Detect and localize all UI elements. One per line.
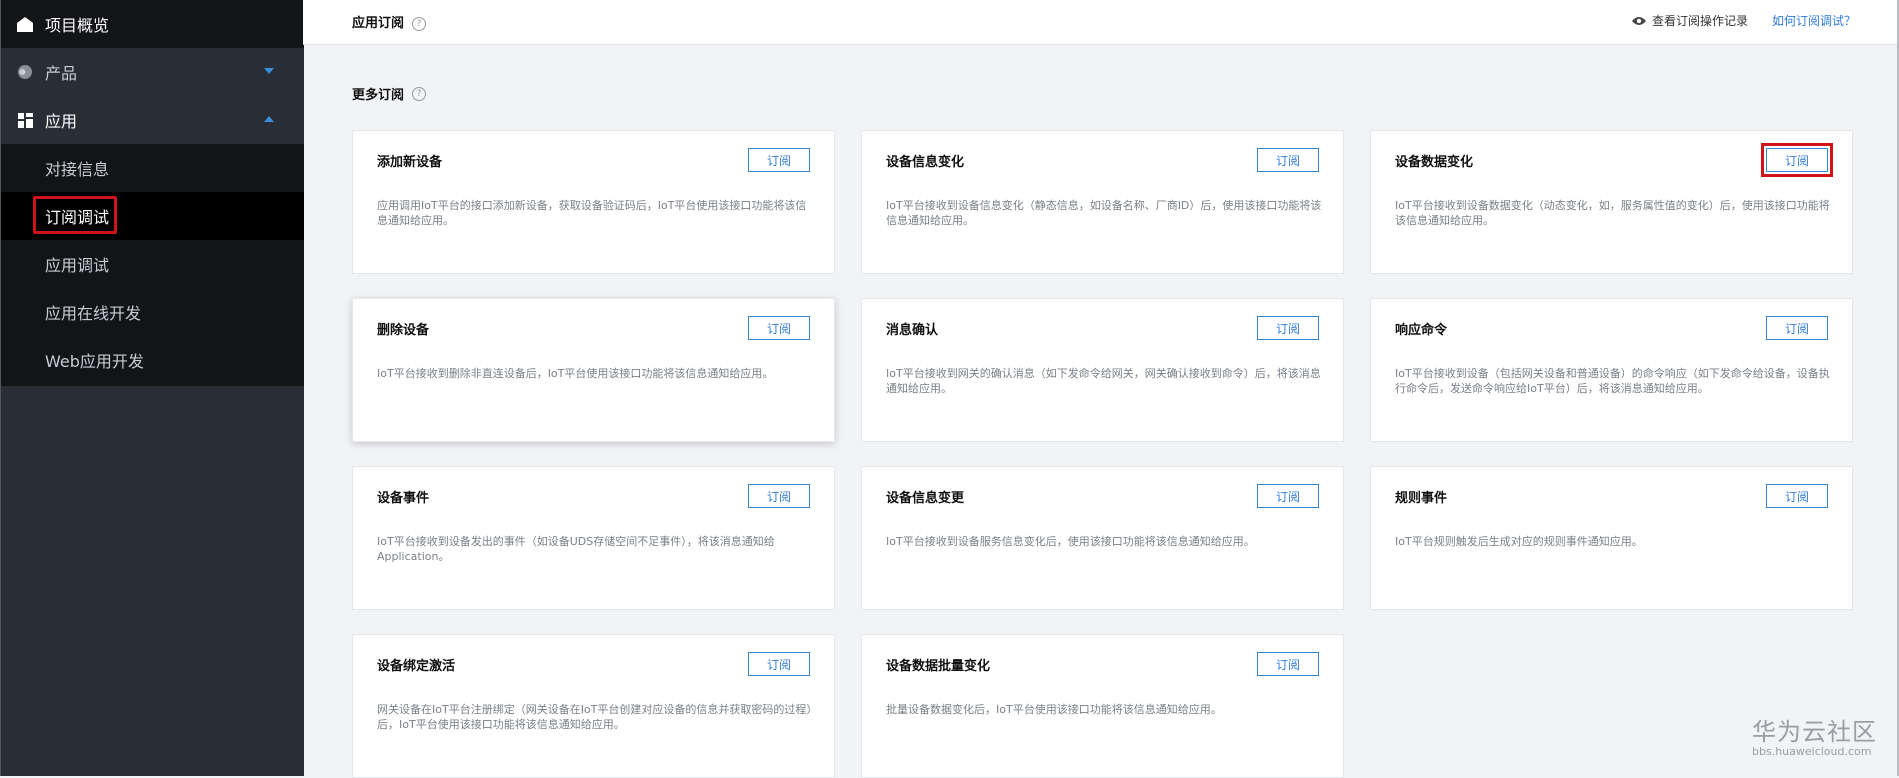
page-header: 应用订阅? 查看订阅操作记录 如何订阅调试？ xyxy=(303,0,1899,45)
sidebar-top-group: 项目概览 xyxy=(1,0,304,48)
subscribe-button[interactable]: 订阅 xyxy=(1766,484,1828,508)
sidebar-item-label: 订阅调试 xyxy=(45,208,110,227)
subscription-card-message-confirm: 消息确认 订阅 IoT平台接收到网关的确认消息（如下发命令给网关，网关确认接收到… xyxy=(861,298,1344,442)
help-icon[interactable]: ? xyxy=(412,16,427,31)
card-description: IoT平台接收到设备数据变化（动态变化，如，服务属性值的变化）后，使用该接口功能… xyxy=(1395,199,1830,227)
card-description: 批量设备数据变化后，IoT平台使用该接口功能将该信息通知给应用。 xyxy=(886,703,1222,716)
sidebar-item-online-dev[interactable]: 应用在线开发 xyxy=(1,288,304,336)
sidebar-item-label: Web应用开发 xyxy=(45,352,144,371)
card-description: IoT平台接收到设备信息变化（静态信息，如设备名称、厂商ID）后，使用该接口功能… xyxy=(886,199,1322,227)
chevron-down-icon xyxy=(264,68,274,74)
card-title: 消息确认 xyxy=(886,323,939,338)
card-description: 应用调用IoT平台的接口添加新设备，获取设备验证码后，IoT平台使用该接口功能将… xyxy=(377,199,807,227)
subscribe-button[interactable]: 订阅 xyxy=(1257,148,1319,172)
card-title: 响应命令 xyxy=(1395,323,1448,338)
sidebar-item-web-app-dev[interactable]: Web应用开发 xyxy=(1,336,304,384)
howto-link[interactable]: 如何订阅调试？ xyxy=(1772,12,1856,29)
sidebar-item-label: 项目概览 xyxy=(45,16,110,35)
card-title: 设备绑定激活 xyxy=(377,659,456,674)
section-title-wrap: 更多订阅? xyxy=(352,84,427,103)
page-title-wrap: 应用订阅? xyxy=(352,12,427,31)
sidebar-item-label: 应用在线开发 xyxy=(45,304,142,323)
sidebar-item-subscription-debug[interactable]: 订阅调试 xyxy=(1,192,304,240)
subscription-card-command-response: 响应命令 订阅 IoT平台接收到设备（包括网关设备和普通设备）的命令响应（如下发… xyxy=(1370,298,1853,442)
page-title: 应用订阅 xyxy=(352,16,405,31)
card-title: 规则事件 xyxy=(1395,491,1448,506)
card-title: 添加新设备 xyxy=(377,155,443,170)
sidebar-item-label: 应用 xyxy=(45,112,78,131)
subscription-card-device-info-update: 设备信息变更 订阅 IoT平台接收到设备服务信息变化后，使用该接口功能将该信息通… xyxy=(861,466,1344,610)
watermark-title: 华为云社区 xyxy=(1752,718,1877,746)
subscribe-button[interactable]: 订阅 xyxy=(748,484,810,508)
chevron-up-icon xyxy=(264,116,274,122)
subscription-card-device-event: 设备事件 订阅 IoT平台接收到设备发出的事件（如设备UDS存储空间不足事件），… xyxy=(352,466,835,610)
sidebar-submenu-application: 对接信息 订阅调试 应用调试 应用在线开发 Web应用开发 xyxy=(1,144,304,386)
records-link[interactable]: 查看订阅操作记录 xyxy=(1632,12,1748,29)
subscription-card-device-data-change: 设备数据变化 订阅 IoT平台接收到设备数据变化（动态变化，如，服务属性值的变化… xyxy=(1370,130,1853,274)
subscription-card-rule-event: 规则事件 订阅 IoT平台规则触发后生成对应的规则事件通知应用。 xyxy=(1370,466,1853,610)
subscribe-button[interactable]: 订阅 xyxy=(748,316,810,340)
sidebar-item-label: 产品 xyxy=(45,64,78,83)
subscribe-button[interactable]: 订阅 xyxy=(1257,652,1319,676)
card-description: IoT平台接收到设备服务信息变化后，使用该接口功能将该信息通知给应用。 xyxy=(886,535,1255,548)
card-title: 设备数据变化 xyxy=(1395,155,1474,170)
watermark: 华为云社区 bbs.huaweicloud.com xyxy=(1752,712,1877,758)
records-link-label: 查看订阅操作记录 xyxy=(1652,14,1749,28)
subscription-card-device-info-change: 设备信息变化 订阅 IoT平台接收到设备信息变化（静态信息，如设备名称、厂商ID… xyxy=(861,130,1344,274)
help-icon[interactable]: ? xyxy=(412,86,427,101)
home-icon xyxy=(17,16,33,32)
section-title: 更多订阅 xyxy=(352,88,405,103)
card-description: IoT平台接收到网关的确认消息（如下发命令给网关，网关确认接收到命令）后，将该消… xyxy=(886,367,1321,395)
grid-icon xyxy=(17,112,33,128)
sidebar-item-application[interactable]: 应用 xyxy=(1,96,304,144)
subscribe-button[interactable]: 订阅 xyxy=(748,148,810,172)
subscription-card-delete-device: 删除设备 订阅 IoT平台接收到删除非直连设备后，IoT平台使用该接口功能将该信… xyxy=(352,298,835,442)
product-icon xyxy=(17,64,33,80)
sidebar-item-overview[interactable]: 项目概览 xyxy=(1,0,304,48)
subscription-card-device-bind-activate: 设备绑定激活 订阅 网关设备在IoT平台注册绑定（网关设备在IoT平台创建对应设… xyxy=(352,634,835,778)
subscription-card-add-device: 添加新设备 订阅 应用调用IoT平台的接口添加新设备，获取设备验证码后，IoT平… xyxy=(352,130,835,274)
sidebar-item-product[interactable]: 产品 xyxy=(1,48,304,96)
subscribe-button[interactable]: 订阅 xyxy=(1257,484,1319,508)
card-title: 删除设备 xyxy=(377,323,430,338)
subscribe-button[interactable]: 订阅 xyxy=(1766,316,1828,340)
subscribe-button[interactable]: 订阅 xyxy=(1257,316,1319,340)
card-description: IoT平台接收到设备（包括网关设备和普通设备）的命令响应（如下发命令给设备，设备… xyxy=(1395,367,1830,395)
subscribe-button[interactable]: 订阅 xyxy=(1761,143,1833,177)
card-title: 设备信息变更 xyxy=(886,491,965,506)
card-description: 网关设备在IoT平台注册绑定（网关设备在IoT平台创建对应设备的信息并获取密码的… xyxy=(377,703,812,731)
card-description: IoT平台接收到删除非直连设备后，IoT平台使用该接口功能将该信息通知给应用。 xyxy=(377,367,774,380)
sidebar-item-integration-info[interactable]: 对接信息 xyxy=(1,144,304,192)
sidebar: 项目概览 产品 应用 对接信息 订阅调试 应用调试 应用在线开发 Web应用开发 xyxy=(0,0,304,776)
card-description: IoT平台规则触发后生成对应的规则事件通知应用。 xyxy=(1395,535,1643,548)
card-title: 设备数据批量变化 xyxy=(886,659,991,674)
card-description: IoT平台接收到设备发出的事件（如设备UDS存储空间不足事件），将该消息通知给A… xyxy=(377,535,775,563)
subscribe-button[interactable]: 订阅 xyxy=(748,652,810,676)
card-title: 设备信息变化 xyxy=(886,155,965,170)
subscription-card-device-data-batch-change: 设备数据批量变化 订阅 批量设备数据变化后，IoT平台使用该接口功能将该信息通知… xyxy=(861,634,1344,778)
eye-icon xyxy=(1632,16,1646,25)
sidebar-item-label: 对接信息 xyxy=(45,160,110,179)
card-title: 设备事件 xyxy=(377,491,430,506)
sidebar-item-app-debug[interactable]: 应用调试 xyxy=(1,240,304,288)
watermark-url: bbs.huaweicloud.com xyxy=(1752,745,1872,758)
sidebar-item-label: 应用调试 xyxy=(45,256,110,275)
